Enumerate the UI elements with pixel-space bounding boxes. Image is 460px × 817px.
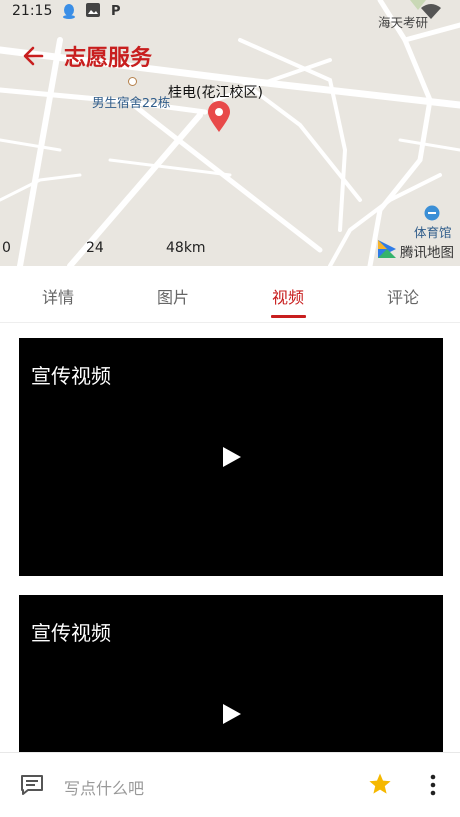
video-player[interactable]: 宣传视频 [19, 338, 443, 576]
map-label-gym: 体育馆 [414, 225, 452, 240]
video-title: 宣传视频 [31, 364, 111, 388]
video-title: 宣传视频 [31, 621, 111, 645]
dorm-marker [128, 77, 137, 86]
favorite-star-icon[interactable] [368, 772, 392, 796]
map-label-campus: 桂电(花江校区) [168, 85, 263, 101]
map-provider-label: 腾讯地图 [400, 245, 454, 261]
more-options-icon[interactable] [428, 773, 438, 797]
arrow-left-icon [23, 46, 44, 66]
back-button[interactable] [20, 42, 48, 70]
play-icon[interactable] [223, 447, 241, 467]
parking-icon: P [110, 3, 124, 21]
page-title: 志愿服务 [64, 46, 153, 71]
tab-videos[interactable]: 视频 [248, 284, 328, 308]
image-icon [86, 3, 100, 21]
tab-details[interactable]: 详情 [18, 284, 98, 308]
location-pin-icon[interactable] [207, 101, 231, 133]
tab-bar: 详情 图片 视频 评论 [0, 266, 460, 323]
tab-comments[interactable]: 评论 [363, 284, 443, 308]
play-icon[interactable] [223, 704, 241, 724]
map-label-top-right: 海天考研 [378, 15, 429, 30]
svg-text:P: P [111, 4, 121, 17]
comment-input[interactable]: 写点什么吧 [64, 775, 144, 799]
active-tab-indicator [271, 315, 306, 318]
scale-bar [6, 256, 183, 266]
comment-icon[interactable] [20, 773, 44, 797]
comment-bar: 写点什么吧 [0, 752, 460, 817]
video-list[interactable]: 宣传视频 宣传视频 [0, 322, 460, 752]
map-view[interactable]: 21:15 P 志愿服务 海天考研 男生宿舍22栋 桂电(花江校区) 体育馆 腾… [0, 0, 460, 266]
gym-icon [424, 205, 440, 221]
tab-images[interactable]: 图片 [133, 284, 213, 308]
qq-icon [62, 3, 76, 23]
map-label-dorm: 男生宿舍22栋 [92, 95, 171, 110]
status-time: 21:15 [12, 3, 53, 19]
scale-tick-0: 0 [2, 240, 11, 256]
tencent-map-logo-icon [376, 238, 398, 260]
video-player[interactable]: 宣传视频 [19, 595, 443, 752]
scale-tick-2: 48km [166, 240, 206, 256]
scale-tick-1: 24 [86, 240, 104, 256]
